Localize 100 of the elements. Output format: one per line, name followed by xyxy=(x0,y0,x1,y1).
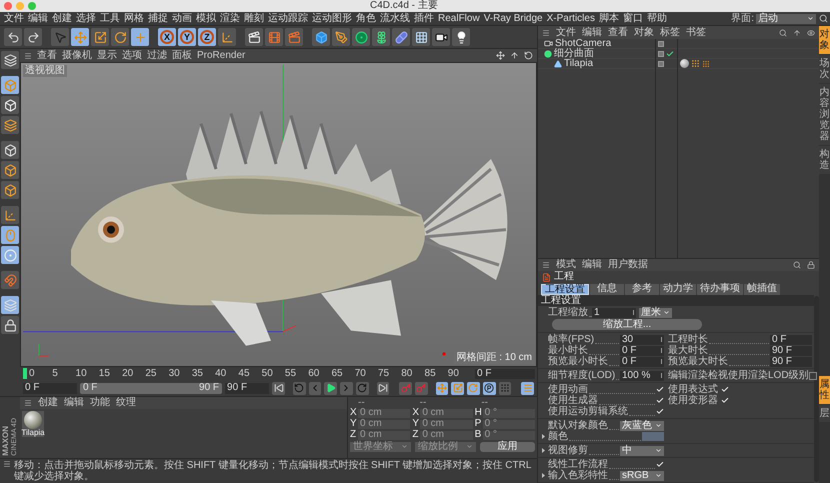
go-to-end-button[interactable] xyxy=(376,382,390,394)
next-key-button[interactable] xyxy=(356,382,369,394)
edge-mode-button[interactable] xyxy=(1,161,19,179)
side-tab[interactable]: 内容浏览器 xyxy=(819,84,830,146)
dropdown[interactable]: 灰蓝色 xyxy=(620,420,664,430)
layout-dropdown[interactable]: 启动 xyxy=(756,14,816,24)
zoom-view-icon[interactable] xyxy=(510,51,519,60)
menu-icon[interactable] xyxy=(542,28,550,36)
expand-arrow-icon[interactable] xyxy=(541,434,546,439)
menu-item[interactable]: 捕捉 xyxy=(146,14,170,24)
value-field[interactable]: 90 F xyxy=(770,356,812,366)
flower-button[interactable] xyxy=(372,28,390,46)
menu-item[interactable]: 模拟 xyxy=(194,14,218,24)
attribute-tab[interactable]: 帧插值 xyxy=(744,284,780,294)
attribute-menu-item[interactable]: 编辑 xyxy=(582,260,602,270)
menu-item[interactable]: X-Particles xyxy=(544,14,597,24)
attribute-tab[interactable]: 动力学 xyxy=(660,284,696,294)
layer-swatch[interactable] xyxy=(658,60,664,66)
expand-arrow-icon[interactable] xyxy=(541,448,546,453)
redo-button[interactable] xyxy=(24,28,42,46)
number-field[interactable]: 0 F xyxy=(620,346,664,356)
object-name[interactable]: ShotCamera xyxy=(555,38,612,48)
expand-arrow-icon[interactable] xyxy=(541,473,546,478)
key-position-button[interactable] xyxy=(436,382,448,394)
pen-button[interactable] xyxy=(332,28,350,46)
next-frame-button[interactable] xyxy=(340,382,353,394)
object-name[interactable]: Tilapia xyxy=(564,58,594,68)
close-button[interactable] xyxy=(4,2,12,10)
rotate-button[interactable] xyxy=(111,28,129,46)
menu-item[interactable]: RealFlow xyxy=(436,14,482,24)
key-parameter-button[interactable] xyxy=(482,382,496,394)
menu-item[interactable]: 雕刻 xyxy=(242,14,266,24)
object-menu-item[interactable]: 编辑 xyxy=(582,28,602,38)
camera-button[interactable] xyxy=(432,28,450,46)
viewport-menu-item[interactable]: 显示 xyxy=(97,50,117,60)
viewport-menu-item[interactable]: ProRender xyxy=(197,50,246,60)
up-arrow-icon[interactable] xyxy=(793,28,801,36)
play-button[interactable] xyxy=(324,382,338,394)
auto-key-button[interactable] xyxy=(414,382,428,394)
menu-item[interactable]: 插件 xyxy=(412,14,436,24)
number-field[interactable]: 1 xyxy=(592,308,636,318)
texture-mode-button[interactable] xyxy=(1,51,19,69)
number-field[interactable]: 0 F xyxy=(620,356,664,366)
menu-item[interactable]: 角色 xyxy=(354,14,378,24)
capsule-button[interactable] xyxy=(392,28,410,46)
viewport-menu-item[interactable]: 选项 xyxy=(122,50,142,60)
range-slider[interactable]: 0 F 90 F xyxy=(80,382,222,394)
menu-item[interactable]: 帮助 xyxy=(644,14,669,24)
value-field[interactable]: 90 F xyxy=(770,346,812,356)
end-frame-field[interactable]: 90 F xyxy=(225,382,270,394)
coordinate-system-button[interactable] xyxy=(218,28,236,46)
menu-icon[interactable] xyxy=(3,460,11,468)
value-field[interactable]: 0 F xyxy=(770,334,812,344)
current-frame-field[interactable]: 0 F xyxy=(475,368,535,378)
point-mode-button[interactable] xyxy=(1,141,19,159)
material-menu-item[interactable]: 编辑 xyxy=(64,398,84,408)
number-field[interactable]: 30 xyxy=(620,334,664,344)
previous-key-button[interactable] xyxy=(292,382,306,394)
menu-item[interactable]: 文件 xyxy=(2,14,26,24)
unit-dropdown[interactable]: 厘米 xyxy=(639,308,672,318)
material-menu-item[interactable]: 纹理 xyxy=(116,398,136,408)
menu-item[interactable]: 选择 xyxy=(74,14,98,24)
layer-swatch[interactable] xyxy=(658,50,664,56)
scrollbar[interactable] xyxy=(814,296,819,482)
record-button[interactable] xyxy=(399,382,412,394)
attribute-menu-item[interactable]: 用户数据 xyxy=(608,260,648,270)
menu-item[interactable]: 运动跟踪 xyxy=(266,14,310,24)
grid-tag-icon[interactable] xyxy=(691,59,700,68)
side-tab[interactable]: 层 xyxy=(819,405,830,423)
number-field[interactable]: 100 % xyxy=(620,370,664,380)
object-menu-item[interactable]: 书签 xyxy=(686,28,706,38)
material-tag-icon[interactable] xyxy=(680,59,689,68)
material-menu-item[interactable]: 创建 xyxy=(38,398,58,408)
render-settings-button[interactable] xyxy=(285,28,303,46)
side-tab[interactable]: 场次 xyxy=(819,55,830,84)
dropdown[interactable]: sRGB xyxy=(620,470,664,480)
attribute-tab[interactable]: 参考 xyxy=(625,284,659,294)
enabled-toggle[interactable] xyxy=(666,50,674,58)
search-icon[interactable] xyxy=(819,14,828,23)
menu-item[interactable]: 编辑 xyxy=(26,14,50,24)
menu-item[interactable]: 运动图形 xyxy=(310,14,354,24)
timeline-button[interactable] xyxy=(521,382,534,394)
key-rotation-button[interactable] xyxy=(467,382,480,394)
axis-button[interactable]: X xyxy=(158,28,176,46)
search-icon[interactable] xyxy=(793,261,801,269)
render-view-button[interactable] xyxy=(245,28,263,46)
previous-frame-button[interactable] xyxy=(308,382,322,394)
attribute-tab[interactable]: 待办事项 xyxy=(697,284,743,294)
side-tab[interactable]: 构造 xyxy=(819,146,830,175)
undo-button[interactable] xyxy=(4,28,22,46)
key-scale-button[interactable] xyxy=(451,382,464,394)
workplane-button[interactable] xyxy=(1,116,19,134)
color-swatch[interactable] xyxy=(642,432,664,441)
eye-icon[interactable] xyxy=(807,28,815,36)
menu-item[interactable]: 窗口 xyxy=(620,14,645,24)
scale-button[interactable] xyxy=(91,28,109,46)
menu-item[interactable]: 创建 xyxy=(50,14,74,24)
object-menu-item[interactable]: 查看 xyxy=(608,28,628,38)
section-header[interactable]: 工程设置 xyxy=(538,295,814,306)
axis-mode-button[interactable] xyxy=(1,206,19,224)
